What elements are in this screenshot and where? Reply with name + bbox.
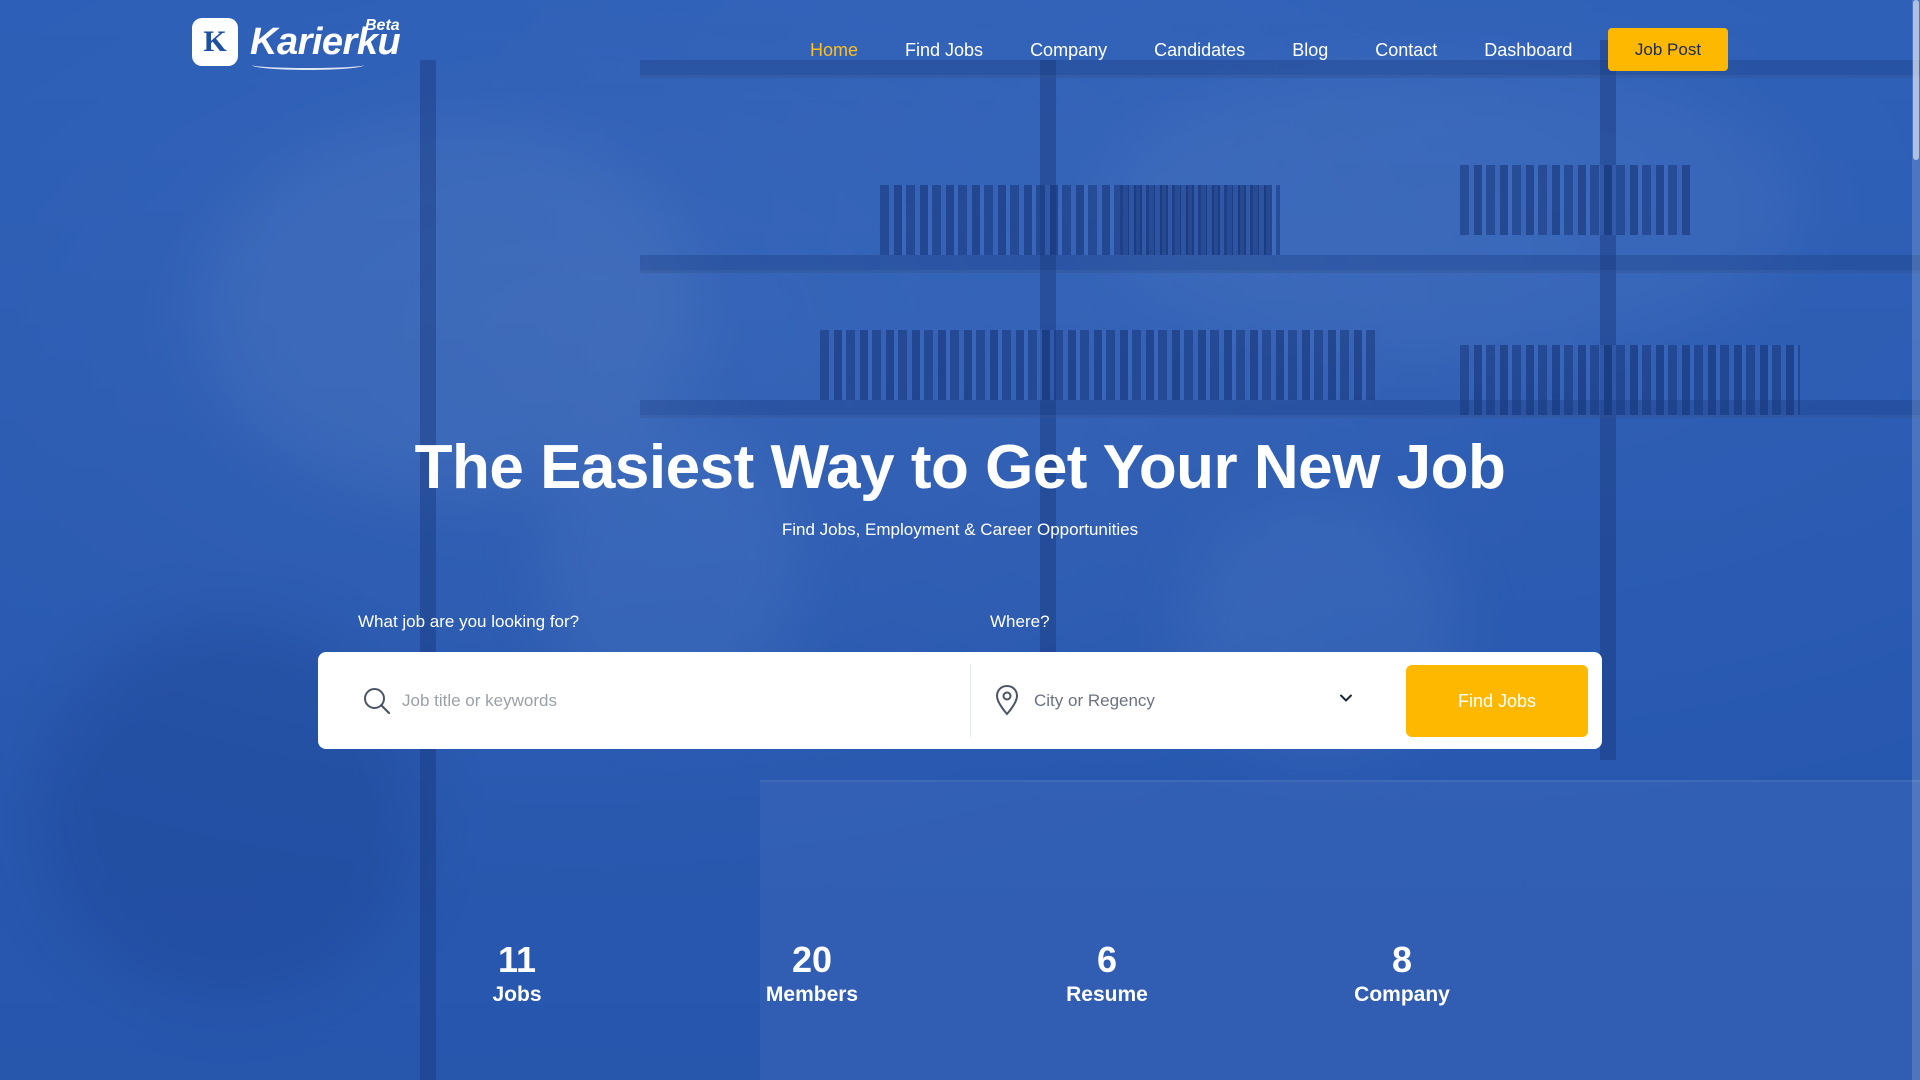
nav-home[interactable]: Home: [810, 40, 858, 61]
search-icon: [364, 688, 391, 715]
stat-label: Jobs: [492, 983, 542, 1006]
stat-number: 6: [1096, 939, 1118, 980]
stat-resume: 6 Resume: [1007, 940, 1207, 1010]
logo-swoosh: [252, 60, 364, 70]
nav-find-jobs[interactable]: Find Jobs: [905, 40, 983, 61]
beta-badge: Beta: [365, 17, 400, 34]
hero-title: The Easiest Way to Get Your New Job: [414, 433, 1506, 502]
location-select-value: City or Regency: [1034, 691, 1155, 710]
nav-contact[interactable]: Contact: [1375, 40, 1437, 61]
page-scrollbar[interactable]: [1912, 0, 1920, 1080]
stat-label: Resume: [1066, 983, 1148, 1006]
find-jobs-button[interactable]: Find Jobs: [1406, 665, 1588, 737]
logo-mark: K: [192, 18, 238, 66]
stat-number: 8: [1391, 939, 1413, 980]
chevron-down-icon[interactable]: [1338, 690, 1354, 706]
job-search-form: City or Regency Find Jobs: [318, 652, 1602, 749]
stat-jobs: 11 Jobs: [417, 940, 617, 1010]
scrollbar-thumb[interactable]: [1913, 0, 1919, 160]
location-label: Where?: [990, 612, 1050, 631]
job-post-button[interactable]: Job Post: [1608, 28, 1728, 71]
main-nav: Home Find Jobs Company Candidates Blog C…: [810, 28, 1619, 72]
map-pin-icon: [995, 684, 1019, 716]
nav-dashboard[interactable]: Dashboard: [1484, 40, 1572, 61]
stat-number: 20: [791, 939, 833, 980]
keyword-input[interactable]: [402, 676, 942, 726]
location-select[interactable]: City or Regency: [1034, 676, 1354, 726]
stat-label: Members: [765, 983, 859, 1006]
nav-candidates[interactable]: Candidates: [1154, 40, 1245, 61]
stat-members: 20 Members: [712, 940, 912, 1010]
site-header: K Karierku Beta Home Find Jobs Company C…: [0, 0, 1920, 100]
stat-label: Company: [1354, 983, 1450, 1006]
stat-number: 11: [497, 939, 537, 980]
nav-blog[interactable]: Blog: [1292, 40, 1328, 61]
nav-company[interactable]: Company: [1030, 40, 1107, 61]
hero-background: [0, 0, 1920, 1080]
keyword-label: What job are you looking for?: [358, 612, 580, 631]
stat-company: 8 Company: [1302, 940, 1502, 1010]
hero-subtitle: Find Jobs, Employment & Career Opportuni…: [781, 520, 1139, 539]
search-divider: [970, 664, 971, 737]
